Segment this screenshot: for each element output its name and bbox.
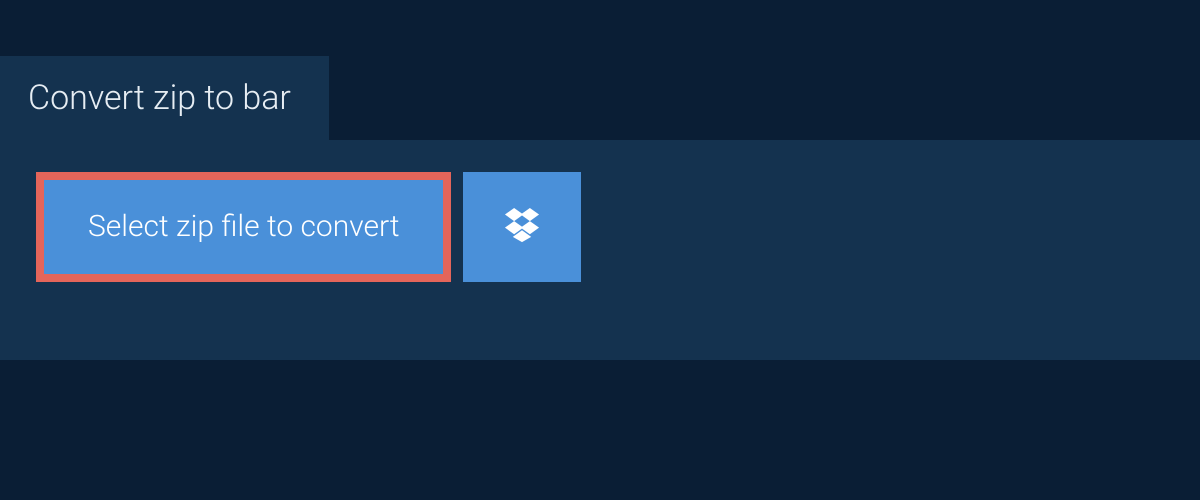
select-file-button[interactable]: Select zip file to convert <box>36 172 451 282</box>
select-file-label: Select zip file to convert <box>88 212 399 242</box>
upload-panel: Select zip file to convert <box>0 140 1200 360</box>
converter-stage: Convert zip to bar Select zip file to co… <box>0 0 1200 500</box>
upload-actions: Select zip file to convert <box>36 172 581 282</box>
dropbox-icon <box>501 204 543 250</box>
page-title: Convert zip to bar <box>28 78 291 118</box>
dropbox-button[interactable] <box>463 172 581 282</box>
page-title-tab: Convert zip to bar <box>0 56 329 140</box>
